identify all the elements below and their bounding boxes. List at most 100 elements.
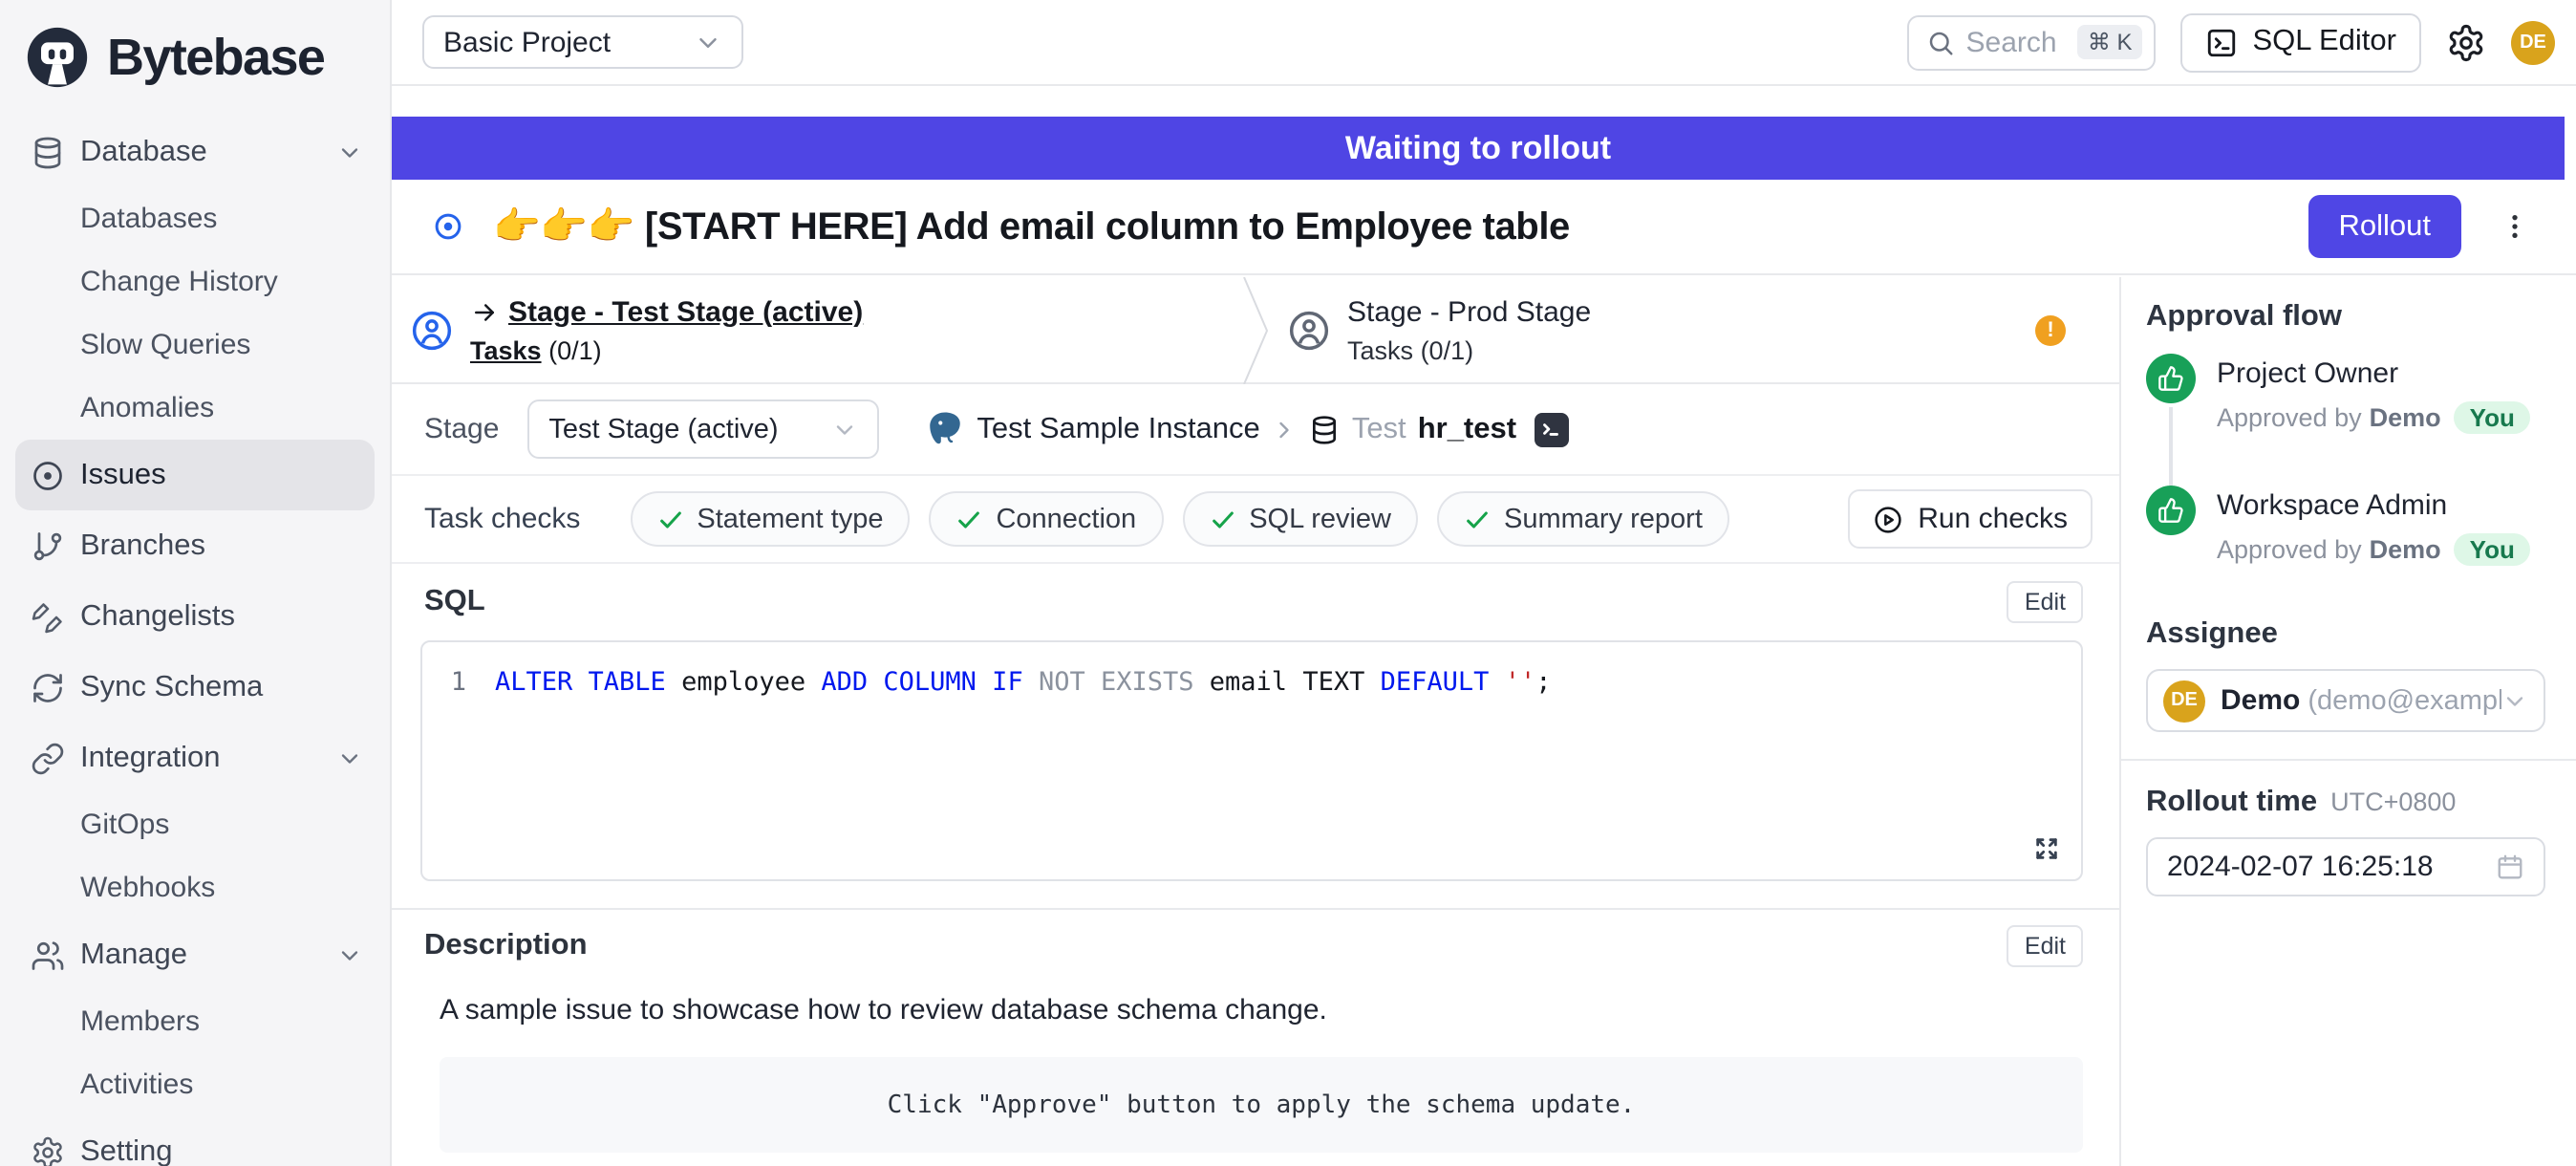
database-breadcrumb: Test Sample Instance Test hr_test — [925, 409, 1568, 449]
chevron-down-icon — [336, 941, 363, 968]
assignee-avatar: DE — [2163, 680, 2205, 722]
sidebar-item-label: Setting — [80, 1134, 173, 1166]
sidebar-item-databases[interactable]: Databases — [0, 187, 390, 250]
search-icon — [1926, 28, 1955, 56]
expand-icon[interactable] — [2031, 833, 2062, 864]
sidebar-item-label: Changelists — [80, 599, 235, 634]
approval-role: Workspace Admin — [2217, 489, 2530, 522]
stage-person-icon-active — [411, 309, 453, 351]
approval-step-workspace-admin: Workspace Admin Approved by Demo You — [2146, 486, 2545, 598]
git-branch-icon — [31, 529, 65, 563]
sidebar-item-label: Change History — [80, 266, 278, 298]
sidebar-item-label: Activities — [80, 1069, 193, 1101]
check-icon — [656, 506, 683, 532]
rollout-time-value: 2024-02-07 16:25:18 — [2167, 851, 2434, 883]
stage-tasks[interactable]: Tasks (0/1) — [470, 335, 863, 364]
approval-flow-title: Approval flow — [2146, 300, 2545, 335]
sidebar-item-change-history[interactable]: Change History — [0, 250, 390, 313]
sidebar-item-gitops[interactable]: GitOps — [0, 793, 390, 856]
description-section-title: Description — [424, 929, 588, 963]
check-pill-connection[interactable]: Connection — [929, 491, 1163, 547]
sql-code-editor[interactable]: 1ALTER TABLE employee ADD COLUMN IF NOT … — [420, 640, 2083, 881]
you-badge: You — [2455, 401, 2530, 434]
content-area: Stage - Test Stage (active) Tasks (0/1) … — [392, 277, 2576, 1166]
sidebar-item-webhooks[interactable]: Webhooks — [0, 856, 390, 919]
stage-name[interactable]: Stage - Test Stage (active) — [508, 295, 863, 328]
sidebar-item-manage[interactable]: Manage — [0, 919, 390, 990]
main-column: Stage - Test Stage (active) Tasks (0/1) … — [392, 277, 2119, 1166]
issue-title: 👉👉👉 [START HERE] Add email column to Emp… — [493, 203, 1570, 250]
stage-tab-test[interactable]: Stage - Test Stage (active) Tasks (0/1) — [392, 277, 1242, 382]
sidebar-item-branches[interactable]: Branches — [0, 510, 390, 581]
stage-person-icon — [1288, 309, 1330, 351]
project-select[interactable]: Basic Project — [422, 15, 743, 69]
sidebar-item-sync-schema[interactable]: Sync Schema — [0, 652, 390, 723]
sidebar-item-setting[interactable]: Setting — [0, 1116, 390, 1166]
bytebase-logo-icon — [25, 25, 90, 90]
database-icon — [31, 135, 65, 169]
search-input[interactable]: Search ⌘ K — [1907, 14, 2156, 70]
sidebar-item-members[interactable]: Members — [0, 990, 390, 1053]
sidebar-item-label: Databases — [80, 203, 217, 235]
instance-name[interactable]: Test Sample Instance — [977, 412, 1259, 446]
description-edit-button[interactable]: Edit — [2007, 925, 2083, 967]
sql-editor-label: SQL Editor — [2253, 25, 2397, 59]
users-icon — [31, 938, 65, 972]
user-avatar[interactable]: DE — [2511, 20, 2555, 64]
panel-divider — [2121, 759, 2576, 761]
sidebar-item-activities[interactable]: Activities — [0, 1053, 390, 1116]
task-check-pills: Statement type Connection SQL review Sum… — [630, 491, 1729, 547]
environment-name: Test — [1352, 412, 1406, 446]
sidebar-item-label: Branches — [80, 529, 205, 563]
sidebar-item-label: Integration — [80, 741, 221, 775]
chevron-right-icon — [1272, 416, 1299, 443]
sidebar-nav: Database Databases Change History Slow Q… — [0, 117, 390, 1166]
warning-icon: ! — [2035, 314, 2066, 345]
open-sql-editor-icon[interactable] — [1534, 412, 1568, 446]
sidebar-item-label: Slow Queries — [80, 329, 250, 361]
approver-name: Demo — [2370, 535, 2441, 564]
stage-separator — [1242, 277, 1269, 384]
sql-edit-button[interactable]: Edit — [2007, 581, 2083, 623]
postgres-icon — [925, 409, 965, 449]
sql-editor-button[interactable]: SQL Editor — [2180, 12, 2422, 72]
rollout-time-label: Rollout time — [2146, 786, 2317, 820]
stage-strip: Stage - Test Stage (active) Tasks (0/1) … — [392, 277, 2119, 384]
task-checks-row: Task checks Statement type Connection SQ… — [392, 476, 2119, 564]
approval-step-project-owner: Project Owner Approved by Demo You — [2146, 354, 2545, 466]
sql-section: SQL Edit 1ALTER TABLE employee ADD COLUM… — [392, 564, 2119, 1153]
brand-logo[interactable]: Bytebase — [0, 0, 390, 90]
stage-tab-prod[interactable]: Stage - Prod Stage Tasks (0/1) ! — [1269, 277, 2119, 382]
thumbs-up-icon — [2146, 354, 2196, 403]
check-pill-statement-type[interactable]: Statement type — [630, 491, 910, 547]
sidebar-item-label: Database — [80, 135, 207, 169]
kebab-menu-icon[interactable] — [2500, 209, 2530, 244]
sidebar-item-database[interactable]: Database — [0, 117, 390, 187]
chevron-down-icon — [831, 416, 858, 443]
sidebar-item-integration[interactable]: Integration — [0, 723, 390, 793]
description-text: A sample issue to showcase how to review… — [392, 982, 2119, 1026]
assignee-title: Assignee — [2146, 617, 2545, 652]
run-checks-button[interactable]: Run checks — [1847, 489, 2093, 549]
settings-gear-icon[interactable] — [2446, 22, 2486, 62]
description-note: Click "Approve" button to apply the sche… — [440, 1057, 2083, 1153]
sidebar-item-issues[interactable]: Issues — [15, 440, 375, 510]
task-checks-label: Task checks — [424, 503, 580, 535]
assignee-select[interactable]: DE Demo (demo@example — [2146, 669, 2545, 732]
database-name[interactable]: hr_test — [1418, 412, 1516, 446]
check-pill-sql-review[interactable]: SQL review — [1182, 491, 1418, 547]
issue-side-panel: Approval flow Project Owner Approved by … — [2119, 277, 2576, 1166]
stage-select-value: Test Stage (active) — [548, 414, 778, 444]
sidebar-item-anomalies[interactable]: Anomalies — [0, 377, 390, 440]
stage-select[interactable]: Test Stage (active) — [527, 399, 879, 459]
check-pill-summary-report[interactable]: Summary report — [1437, 491, 1729, 547]
approval-role: Project Owner — [2217, 357, 2530, 390]
rollout-button[interactable]: Rollout — [2308, 195, 2462, 258]
sidebar-item-changelists[interactable]: Changelists — [0, 581, 390, 652]
issue-circle-dot-icon — [31, 458, 65, 492]
issue-header: 👉👉👉 [START HERE] Add email column to Emp… — [392, 180, 2576, 275]
sidebar-item-label: Manage — [80, 938, 187, 972]
rollout-time-input[interactable]: 2024-02-07 16:25:18 — [2146, 837, 2545, 896]
sidebar-item-slow-queries[interactable]: Slow Queries — [0, 313, 390, 377]
rollout-timezone: UTC+0800 — [2330, 788, 2456, 816]
